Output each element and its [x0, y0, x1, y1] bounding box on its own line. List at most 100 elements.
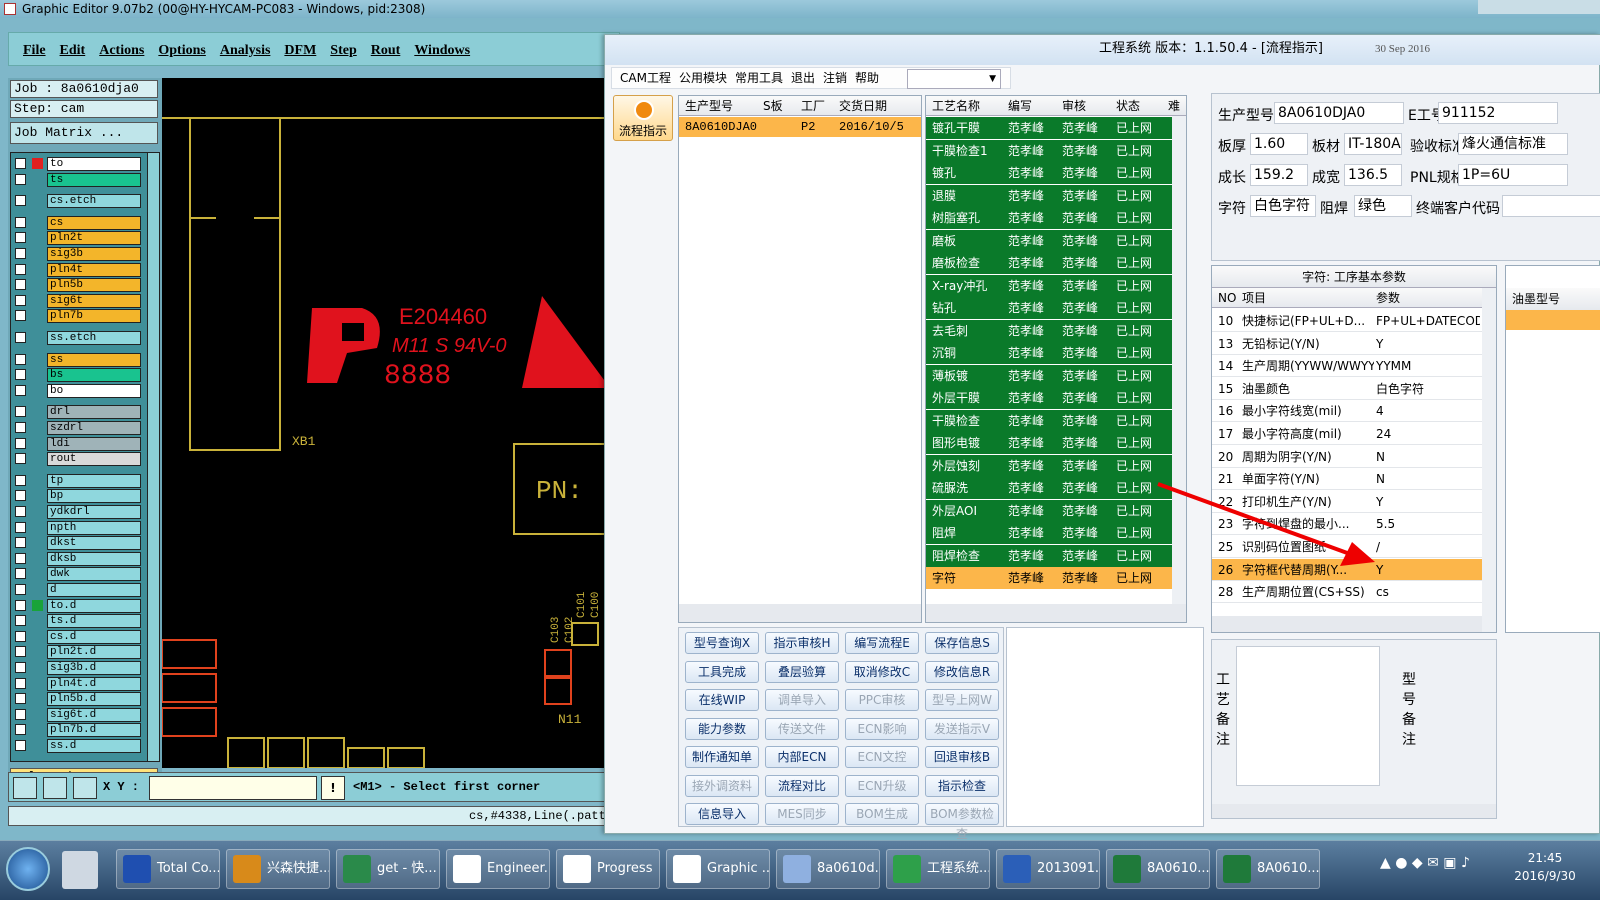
alert-icon[interactable]: !: [321, 776, 345, 800]
param-row[interactable]: 10 快捷标记(FP+UL+D... FP+UL+DATECODE: [1212, 310, 1482, 332]
layer-row[interactable]: pln5b.d: [13, 692, 141, 707]
layer-row[interactable]: pln7b.d: [13, 723, 141, 738]
action-button[interactable]: 信息导入: [685, 803, 759, 825]
taskbar-item[interactable]: Total Co...: [116, 849, 220, 889]
process-row[interactable]: 树脂塞孔 范孝峰 范孝峰 已上网: [926, 207, 1172, 229]
layer-row[interactable]: cs: [13, 215, 141, 230]
process-row[interactable]: 去毛刺 范孝峰 范孝峰 已上网: [926, 319, 1172, 342]
tray-icons[interactable]: ▲ ● ◆ ✉ ▣ ♪: [1380, 855, 1490, 877]
eng-combo[interactable]: ▼: [907, 69, 1001, 89]
action-button[interactable]: 保存信息S: [925, 632, 999, 654]
calculator-icon[interactable]: [62, 851, 98, 889]
action-button[interactable]: BOM参数检查: [925, 803, 999, 841]
eng-menu-item[interactable]: CAM工程: [620, 71, 671, 85]
taskbar-item[interactable]: 8A0610...: [1106, 849, 1210, 889]
process-col-header[interactable]: 状态: [1116, 96, 1140, 116]
job-col-header[interactable]: 交货日期: [839, 96, 887, 116]
menu-dfm[interactable]: DFM: [284, 34, 316, 68]
layer-checkbox[interactable]: [15, 263, 26, 275]
process-row[interactable]: X-ray冲孔 范孝峰 范孝峰 已上网: [926, 274, 1172, 297]
action-button[interactable]: 调单导入: [765, 689, 839, 711]
param-row[interactable]: 20 周期为阴字(Y/N) N: [1212, 446, 1482, 468]
layer-row[interactable]: sig3b.d: [13, 661, 141, 675]
eng-menu-item[interactable]: 常用工具: [735, 71, 783, 85]
action-button[interactable]: 流程对比: [765, 774, 839, 797]
layer-checkbox[interactable]: [15, 453, 26, 465]
layer-checkbox[interactable]: [15, 537, 26, 549]
process-row[interactable]: 外层蚀刻 范孝峰 范孝峰 已上网: [926, 454, 1172, 477]
flow-indicator-button[interactable]: 流程指示: [613, 95, 673, 141]
menu-actions[interactable]: Actions: [99, 34, 144, 68]
menu-step[interactable]: Step: [330, 34, 356, 68]
taskbar-item[interactable]: 兴森快捷...: [226, 849, 330, 889]
layer-checkbox[interactable]: [15, 158, 26, 169]
menu-edit[interactable]: Edit: [60, 34, 86, 68]
job-matrix-button[interactable]: Job Matrix ...: [10, 122, 158, 144]
layer-checkbox[interactable]: [15, 437, 26, 449]
layer-checkbox[interactable]: [15, 474, 26, 486]
process-row[interactable]: 钻孔 范孝峰 范孝峰 已上网: [926, 297, 1172, 319]
taskbar-item[interactable]: get - 快...: [336, 849, 440, 889]
process-row[interactable]: 硫脲洗 范孝峰 范孝峰 已上网: [926, 477, 1172, 499]
eng-menu-item[interactable]: 退出: [791, 71, 815, 85]
param-row[interactable]: 17 最小字符高度(mil) 24: [1212, 423, 1482, 445]
job-grid-row[interactable]: 8A0610DJA0 P2 2016/10/5: [679, 117, 921, 137]
action-button[interactable]: 型号查询X: [685, 632, 759, 654]
layer-row[interactable]: pln4t.d: [13, 676, 141, 691]
info-field[interactable]: 烽火通信标准: [1458, 133, 1568, 155]
layer-row[interactable]: dksb: [13, 551, 141, 566]
action-button[interactable]: 取消修改C: [845, 660, 919, 683]
param-col-header[interactable]: 参数: [1376, 288, 1400, 308]
layer-checkbox[interactable]: [15, 216, 26, 228]
process-col-header[interactable]: 难: [1168, 96, 1180, 116]
process-row[interactable]: 字符 范孝峰 范孝峰 已上网: [926, 567, 1172, 589]
layer-checkbox[interactable]: [15, 724, 26, 736]
process-col-header[interactable]: 编写: [1008, 96, 1032, 116]
layer-row[interactable]: szdrl: [13, 421, 141, 435]
param-row[interactable]: 13 无铅标记(Y/N) Y: [1212, 333, 1482, 355]
taskbar-item[interactable]: 2013091...: [996, 849, 1100, 889]
process-row[interactable]: 外层干膜 范孝峰 范孝峰 已上网: [926, 387, 1172, 409]
layer-checkbox[interactable]: [15, 552, 26, 564]
job-col-header[interactable]: 生产型号: [685, 96, 733, 116]
layer-checkbox[interactable]: [15, 406, 26, 418]
graphic-canvas[interactable]: E204460 M11 S 94V-0 8888 XB1 PN: N11 C10…: [162, 78, 610, 768]
layer-checkbox[interactable]: [15, 506, 26, 517]
action-button[interactable]: 回退审核B: [925, 746, 999, 768]
menu-rout[interactable]: Rout: [371, 34, 401, 68]
action-button[interactable]: 修改信息R: [925, 660, 999, 683]
layer-row[interactable]: pln5b: [13, 278, 141, 293]
layer-checkbox[interactable]: [15, 422, 26, 433]
info-field[interactable]: 159.2: [1250, 164, 1308, 186]
menu-analysis[interactable]: Analysis: [220, 34, 271, 68]
param-row[interactable]: 28 生产周期位置(CS+SS) cs: [1212, 581, 1482, 604]
process-row[interactable]: 干膜检查1 范孝峰 范孝峰 已上网: [926, 139, 1172, 162]
process-row[interactable]: 退膜 范孝峰 范孝峰 已上网: [926, 184, 1172, 207]
layer-checkbox[interactable]: [15, 310, 26, 322]
layer-row[interactable]: to.d: [13, 598, 141, 613]
action-button[interactable]: ECN文控: [845, 746, 919, 768]
layer-row[interactable]: ts.d: [13, 614, 141, 629]
param-row[interactable]: 15 油墨颜色 白色字符: [1212, 378, 1482, 400]
info-field[interactable]: 911152: [1438, 102, 1558, 124]
tool-icon-1[interactable]: [13, 777, 37, 799]
layer-row[interactable]: pln2t: [13, 231, 141, 246]
layer-row[interactable]: d: [13, 583, 141, 597]
layer-checkbox[interactable]: [15, 490, 26, 502]
layer-checkbox[interactable]: [15, 369, 26, 381]
info-field[interactable]: 1.60: [1250, 133, 1308, 155]
action-button[interactable]: ECN影响: [845, 717, 919, 740]
param-grid-vscroll[interactable]: [1482, 288, 1496, 632]
job-col-header[interactable]: 工厂: [801, 96, 825, 116]
layer-checkbox[interactable]: [15, 568, 26, 580]
layer-row[interactable]: pln2t.d: [13, 645, 141, 660]
process-row[interactable]: 外层AOI 范孝峰 范孝峰 已上网: [926, 499, 1172, 522]
taskbar-item[interactable]: 8a0610d...: [776, 849, 880, 889]
action-button[interactable]: 内部ECN: [765, 746, 839, 768]
layer-checkbox[interactable]: [15, 248, 26, 259]
job-col-header[interactable]: S板: [763, 96, 783, 116]
action-button[interactable]: 型号上网W: [925, 689, 999, 711]
process-row[interactable]: 沉铜 范孝峰 范孝峰 已上网: [926, 342, 1172, 364]
taskbar-item[interactable]: Engineer...: [446, 849, 550, 889]
layer-checkbox[interactable]: [15, 630, 26, 642]
